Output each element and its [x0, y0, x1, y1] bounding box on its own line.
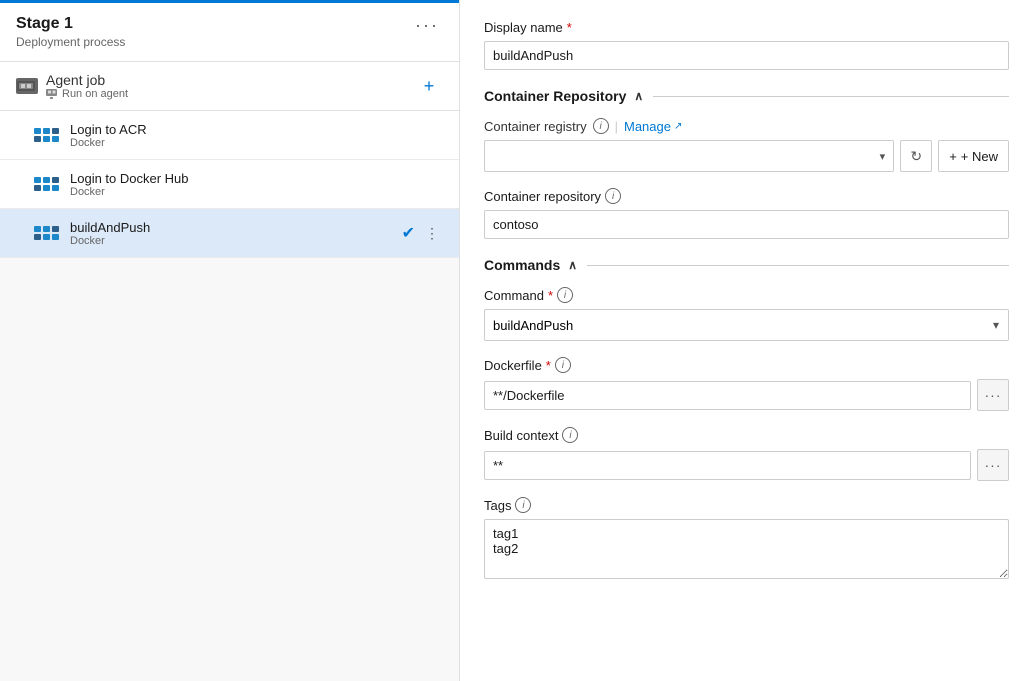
task-info-build-push: buildAndPush Docker: [70, 220, 402, 247]
command-dropdown-wrapper: buildAndPush build push login logout: [484, 309, 1009, 341]
stage-title: Stage 1: [16, 15, 125, 33]
run-on-agent-icon: [46, 89, 58, 99]
task-menu-button[interactable]: ⋮: [421, 223, 443, 244]
command-dropdown[interactable]: buildAndPush build push login logout: [484, 309, 1009, 341]
display-name-label: Display name *: [484, 20, 1009, 35]
dockerfile-required-star: *: [546, 358, 551, 373]
pipe-separator: |: [615, 119, 618, 134]
container-registry-info-icon[interactable]: i: [593, 118, 609, 134]
task-name-login-acr: Login to ACR: [70, 122, 443, 137]
commands-section: Commands ∧: [484, 257, 1009, 273]
task-info-login-acr: Login to ACR Docker: [70, 122, 443, 149]
dockerfile-info-icon[interactable]: i: [555, 357, 571, 373]
commands-title: Commands ∧: [484, 257, 577, 273]
agent-job-row: Agent job Run on agent +: [0, 62, 459, 111]
task-type-login-docker: Docker: [70, 186, 443, 198]
container-registry-select-row: ▾ ↻ + + New: [484, 140, 1009, 172]
left-panel: Stage 1 Deployment process ··· Agent job: [0, 0, 460, 681]
build-context-input-row: ···: [484, 449, 1009, 481]
required-star: *: [567, 20, 572, 35]
container-repository-title: Container Repository ∧: [484, 88, 643, 104]
stage-ellipsis-button[interactable]: ···: [411, 15, 443, 36]
command-label: Command * i: [484, 287, 1009, 303]
tags-label: Tags i: [484, 497, 1009, 513]
dockerfile-input[interactable]: [484, 381, 971, 410]
display-name-group: Display name *: [484, 20, 1009, 70]
divider-line-2: [587, 265, 1009, 266]
refresh-button[interactable]: ↻: [900, 140, 932, 172]
container-repo-chevron-icon: ∧: [634, 89, 643, 103]
container-registry-label-row: Container registry i | Manage ↗: [484, 118, 1009, 134]
docker-icon-acr: [32, 121, 60, 149]
task-check-icon: ✔: [402, 223, 415, 243]
container-repository-group: Container repository i: [484, 188, 1009, 239]
agent-icon: [16, 78, 38, 94]
right-panel: Display name * Container Repository ∧ Co…: [460, 0, 1033, 681]
stage-subtitle: Deployment process: [16, 35, 125, 49]
task-name-login-docker: Login to Docker Hub: [70, 171, 443, 186]
docker-icon-dockerhub: [32, 170, 60, 198]
task-name-build-push: buildAndPush: [70, 220, 402, 235]
stage-header: Stage 1 Deployment process ···: [0, 3, 459, 62]
dockerfile-browse-button[interactable]: ···: [977, 379, 1009, 411]
build-context-input[interactable]: [484, 451, 971, 480]
command-info-icon[interactable]: i: [557, 287, 573, 303]
agent-job-subtitle: Run on agent: [46, 88, 128, 100]
task-type-login-acr: Docker: [70, 137, 443, 149]
display-name-input[interactable]: [484, 41, 1009, 70]
dockerfile-label: Dockerfile * i: [484, 357, 1009, 373]
add-task-button[interactable]: +: [415, 72, 443, 100]
commands-chevron-icon: ∧: [568, 258, 577, 272]
build-context-label: Build context i: [484, 427, 1009, 443]
build-context-group: Build context i ···: [484, 427, 1009, 481]
task-list: Login to ACR Docker: [0, 111, 459, 681]
build-context-browse-button[interactable]: ···: [977, 449, 1009, 481]
build-context-info-icon[interactable]: i: [562, 427, 578, 443]
dockerfile-input-row: ···: [484, 379, 1009, 411]
task-actions-build-push: ✔ ⋮: [402, 223, 443, 244]
container-registry-label: Container registry: [484, 119, 587, 134]
tags-group: Tags i tag1 tag2: [484, 497, 1009, 582]
manage-link[interactable]: Manage ↗: [624, 119, 682, 134]
task-item-login-docker[interactable]: Login to Docker Hub Docker: [0, 160, 459, 209]
docker-icon-buildpush: [32, 219, 60, 247]
plus-icon: +: [949, 149, 957, 164]
external-link-icon: ↗: [674, 121, 682, 132]
command-group: Command * i buildAndPush build push logi…: [484, 287, 1009, 341]
registry-chevron-icon: ▾: [880, 150, 886, 163]
container-registry-group: Container registry i | Manage ↗ ▾ ↻ + + …: [484, 118, 1009, 172]
container-repository-info-icon[interactable]: i: [605, 188, 621, 204]
container-repository-label: Container repository i: [484, 188, 1009, 204]
tags-info-icon[interactable]: i: [515, 497, 531, 513]
container-registry-dropdown[interactable]: ▾: [484, 140, 894, 172]
new-registry-button[interactable]: + + New: [938, 140, 1009, 172]
task-item-build-push[interactable]: buildAndPush Docker ✔ ⋮: [0, 209, 459, 258]
task-info-login-docker: Login to Docker Hub Docker: [70, 171, 443, 198]
agent-job-name: Agent job: [46, 72, 128, 88]
divider-line-1: [653, 96, 1009, 97]
command-required-star: *: [548, 288, 553, 303]
container-repository-input[interactable]: [484, 210, 1009, 239]
dockerfile-group: Dockerfile * i ···: [484, 357, 1009, 411]
agent-job-left: Agent job Run on agent: [16, 72, 128, 100]
task-item-login-acr[interactable]: Login to ACR Docker: [0, 111, 459, 160]
tags-input[interactable]: tag1 tag2: [484, 519, 1009, 579]
container-repository-section: Container Repository ∧: [484, 88, 1009, 104]
task-type-build-push: Docker: [70, 235, 402, 247]
